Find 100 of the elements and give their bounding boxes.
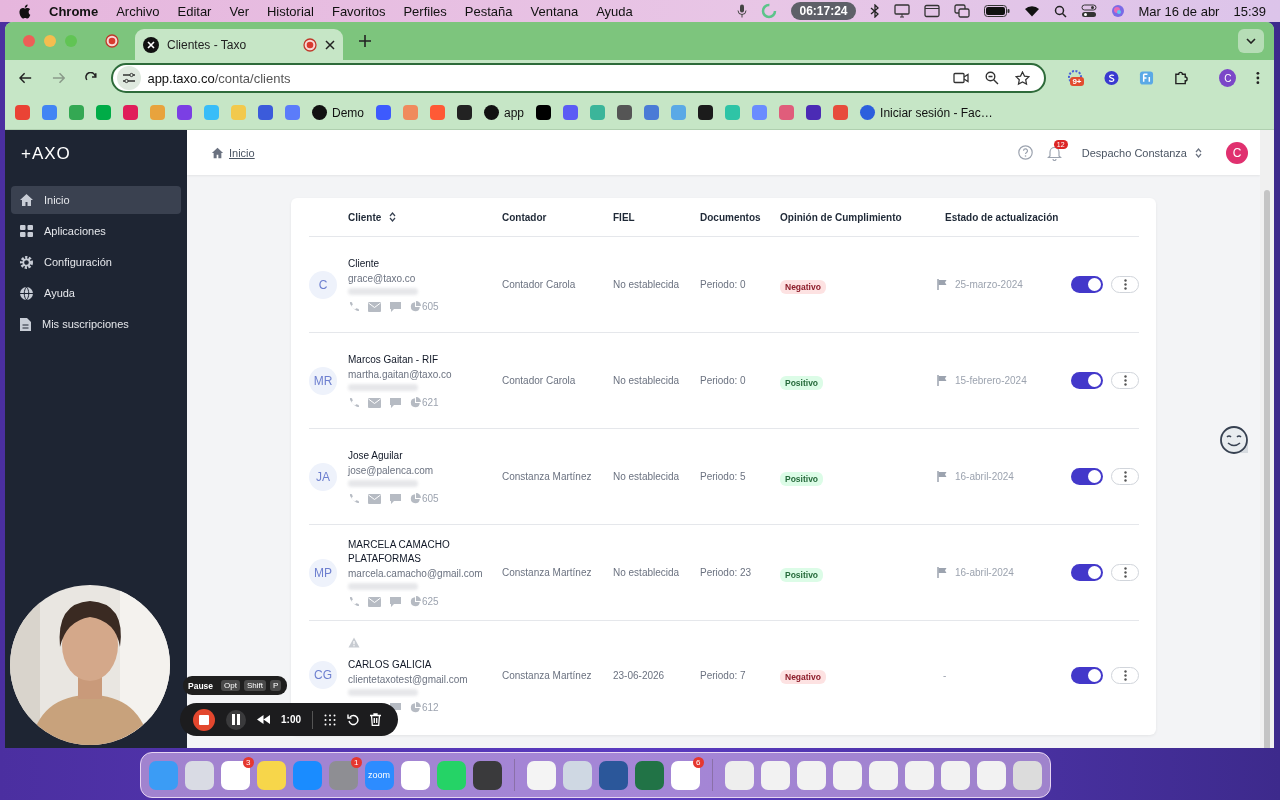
menu-app-name[interactable]: Chrome [49, 3, 99, 19]
toggle-switch[interactable] [1071, 564, 1103, 581]
menu-icon[interactable] [1256, 71, 1260, 85]
sidebar-item[interactable]: Inicio [11, 186, 181, 214]
menu-item[interactable]: Perfiles [403, 3, 447, 19]
app-icon[interactable] [868, 760, 898, 790]
phone-icon[interactable] [348, 396, 360, 409]
client-name[interactable]: Marcos Gaitan - RIF [348, 352, 439, 367]
user-avatar[interactable]: C [1226, 141, 1248, 164]
forward-icon[interactable] [52, 72, 66, 84]
new-tab-icon[interactable] [359, 35, 371, 47]
sidebar-item[interactable]: Aplicaciones [11, 217, 181, 245]
trash-icon[interactable] [370, 713, 381, 726]
logo[interactable]: +AXO [11, 130, 81, 186]
bluetooth-icon[interactable] [869, 4, 880, 18]
profile-avatar[interactable]: C [1219, 69, 1237, 87]
stop-button[interactable] [193, 708, 215, 731]
back-icon[interactable] [19, 72, 33, 84]
scrollbar[interactable] [1260, 130, 1274, 748]
address-bar[interactable]: app.taxo.co/conta/clients [111, 63, 1047, 93]
app-icon[interactable] [976, 760, 1006, 790]
app-icon[interactable] [1012, 760, 1042, 790]
menu-item[interactable]: Ventana [530, 3, 579, 19]
column-header[interactable]: Cliente [348, 211, 397, 223]
toggle-switch[interactable] [1071, 666, 1103, 684]
browser-tab[interactable]: Clientes - Taxo [135, 29, 343, 60]
microphone-icon[interactable] [737, 4, 748, 18]
restart-icon[interactable] [347, 713, 359, 726]
client-name[interactable]: Cliente [348, 256, 380, 271]
phone-icon[interactable] [348, 492, 360, 505]
sidebar-item[interactable]: Ayuda [11, 279, 181, 307]
app-icon[interactable] [472, 760, 502, 790]
app-icon[interactable] [562, 760, 592, 790]
close-window-icon[interactable] [23, 35, 35, 47]
site-icon[interactable] [457, 105, 472, 120]
sidebar-item[interactable]: Configuración [11, 248, 181, 276]
bookmark-link[interactable]: app [484, 105, 525, 120]
toggle-switch[interactable] [1071, 372, 1103, 389]
app-icon[interactable] [940, 760, 970, 790]
help-icon[interactable] [1017, 145, 1033, 160]
menu-item[interactable]: Historial [266, 3, 314, 19]
rewind-icon[interactable] [257, 715, 270, 724]
control-center-icon[interactable] [1080, 4, 1097, 18]
app-icon[interactable] [904, 760, 934, 790]
menu-item[interactable]: Ver [229, 3, 249, 19]
client-name[interactable]: Jose Aguilar [348, 448, 403, 463]
app-icon[interactable] [724, 760, 754, 790]
mail-icon[interactable] [368, 397, 381, 408]
wifi-icon[interactable] [1023, 5, 1040, 17]
client-name[interactable]: CARLOS GALICIA [348, 657, 432, 672]
menu-item[interactable]: Archivo [116, 3, 160, 19]
site-icon[interactable] [698, 105, 714, 120]
extension-icon[interactable]: 9+ [1066, 69, 1085, 87]
apple-icon[interactable] [18, 3, 31, 19]
tab-search-button[interactable] [1238, 29, 1264, 53]
app-icon[interactable] [832, 760, 862, 790]
menu-item[interactable]: Favoritos [331, 3, 386, 19]
close-icon[interactable] [325, 39, 335, 50]
siri-icon[interactable] [1110, 4, 1125, 18]
menu-item[interactable]: Ayuda [596, 3, 633, 19]
window-icon[interactable] [923, 4, 940, 18]
camera-icon[interactable] [953, 72, 970, 84]
sidebar-item[interactable]: Mis suscripciones [11, 310, 181, 338]
app-icon[interactable] [760, 760, 790, 790]
bookmark-link[interactable]: Iniciar sesión - Fac… [860, 105, 993, 120]
puzzle-icon[interactable] [1174, 70, 1190, 86]
bell-icon[interactable] [1046, 144, 1062, 161]
mail-icon[interactable] [368, 596, 381, 607]
toggle-switch[interactable] [1071, 276, 1103, 293]
search-icon[interactable] [1053, 4, 1067, 18]
toggle-switch[interactable] [1071, 468, 1103, 485]
mail-icon[interactable] [368, 493, 381, 504]
battery-icon[interactable] [983, 5, 1010, 17]
menu-item[interactable]: Editar [177, 3, 212, 19]
phone-icon[interactable] [348, 595, 360, 608]
menu-date[interactable]: Mar 16 de abr [1138, 3, 1220, 19]
extension-icon[interactable] [1104, 70, 1120, 86]
record-icon[interactable] [105, 34, 119, 48]
star-icon[interactable] [1015, 70, 1031, 86]
app-icon[interactable] [796, 760, 826, 790]
pause-button[interactable] [226, 709, 246, 730]
menu-item[interactable]: Pestaña [464, 3, 513, 19]
app-icon[interactable] [400, 760, 430, 790]
progress-ring-icon[interactable] [761, 3, 778, 19]
grid-dots-icon[interactable] [324, 713, 336, 726]
smiley-chat-icon[interactable] [1219, 425, 1249, 455]
bookmark-link[interactable]: Demo [312, 105, 364, 120]
app-icon[interactable] [526, 760, 556, 790]
breadcrumb-link[interactable]: Inicio [211, 146, 255, 159]
client-name[interactable]: MARCELA CAMACHO PLATAFORMAS [348, 537, 502, 566]
timer-badge[interactable]: 06:17:24 [791, 2, 856, 20]
site-settings-icon[interactable] [117, 66, 142, 90]
windows-icon[interactable] [953, 4, 970, 18]
monitor-icon[interactable] [893, 4, 910, 18]
mail-icon[interactable] [368, 301, 381, 312]
zoom-out-icon[interactable] [985, 71, 1000, 85]
app-icon[interactable] [184, 760, 214, 790]
organization-selector[interactable]: Despacho Constanza [1081, 146, 1202, 159]
site-icon[interactable] [536, 105, 552, 120]
app-icon[interactable] [598, 760, 628, 790]
